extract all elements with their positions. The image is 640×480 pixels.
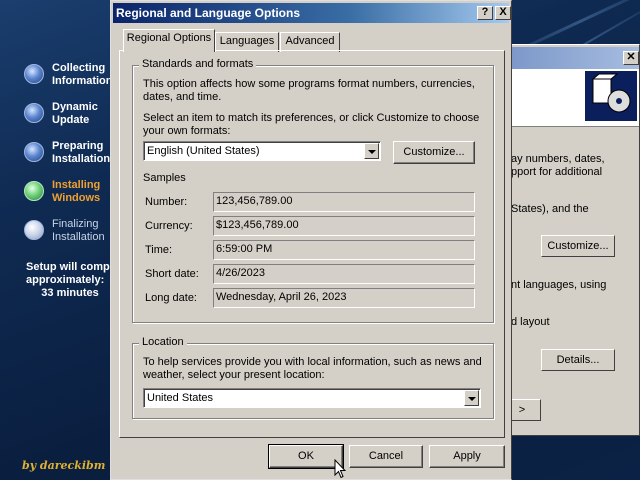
sample-label-time: Time: [145,244,173,256]
regional-language-dialog: Regional and Language Options ? X Region… [110,0,512,480]
samples-title: Samples [143,172,186,184]
chevron-down-icon[interactable] [464,390,479,406]
sample-value-short-date: 4/26/2023 [213,264,475,284]
location-group: Location To help services provide you wi… [132,336,494,419]
location-select-value: United States [147,392,214,404]
background-dialog: ✕ ay numbers, dates, pport for additiona… [500,44,640,436]
setup-step-collecting: Collecting Information [24,62,124,96]
tab-regional-options[interactable]: Regional Options [123,29,215,52]
standards-description: This option affects how some programs fo… [143,78,475,103]
step-bullet-icon [24,103,44,123]
tab-panel-regional-options: Standards and formats This option affect… [119,50,505,438]
chevron-down-icon[interactable] [364,143,379,159]
ok-button[interactable]: OK [268,444,344,469]
help-button[interactable]: ? [477,6,493,20]
standards-formats-group: Standards and formats This option affect… [132,58,494,323]
close-button[interactable]: ✕ [623,51,639,65]
cancel-button[interactable]: Cancel [349,445,423,468]
step-bullet-icon [24,181,44,201]
sample-label-short-date: Short date: [145,268,199,280]
step-bullet-icon [24,220,44,240]
format-select[interactable]: English (United States) [143,141,381,161]
sample-value-currency: $123,456,789.00 [213,216,475,236]
sample-value-number: 123,456,789.00 [213,192,475,212]
group-title: Standards and formats [139,58,257,70]
step-bullet-icon [24,64,44,84]
tab-advanced[interactable]: Advanced [280,32,340,52]
background-text: pport for additional [511,166,603,178]
background-dialog-titlebar: ✕ [503,47,639,69]
select-prompt: Select an item to match its preferences,… [143,112,480,137]
dialog-titlebar: Regional and Language Options ? X [113,3,511,23]
details-button[interactable]: Details... [541,349,615,371]
sample-value-long-date: Wednesday, April 26, 2023 [213,288,475,308]
tab-languages[interactable]: Languages [215,32,279,52]
mouse-cursor-icon [334,459,346,479]
format-select-value: English (United States) [147,145,260,157]
dialog-title: Regional and Language Options [116,6,301,20]
apply-button[interactable]: Apply [429,445,505,468]
sample-label-long-date: Long date: [145,292,197,304]
setup-time-remaining: Setup will complete in approximately: 33… [26,261,116,299]
sample-label-number: Number: [145,196,188,208]
setup-step-installing: Installing Windows [24,179,124,213]
location-description: To help services provide you with local … [143,356,482,381]
setup-box-icon [585,71,637,121]
setup-step-dynamic-update: Dynamic Update [24,101,124,135]
customize-button[interactable]: Customize... [541,235,615,257]
close-button[interactable]: X [495,6,511,20]
group-title: Location [139,336,187,348]
background-text: States), and the [511,203,589,215]
background-text: d layout [511,316,550,328]
location-select[interactable]: United States [143,388,481,408]
setup-step-finalizing: Finalizing Installation [24,218,124,252]
background-text: ay numbers, dates, [511,153,605,165]
watermark: by dareckibm [22,459,106,472]
sample-label-currency: Currency: [145,220,193,232]
sample-value-time: 6:59:00 PM [213,240,475,260]
setup-step-preparing: Preparing Installation [24,140,124,174]
background-dialog-header [503,69,639,127]
background-text: nt languages, using [511,279,607,291]
step-bullet-icon [24,142,44,162]
customize-button[interactable]: Customize... [393,141,475,164]
